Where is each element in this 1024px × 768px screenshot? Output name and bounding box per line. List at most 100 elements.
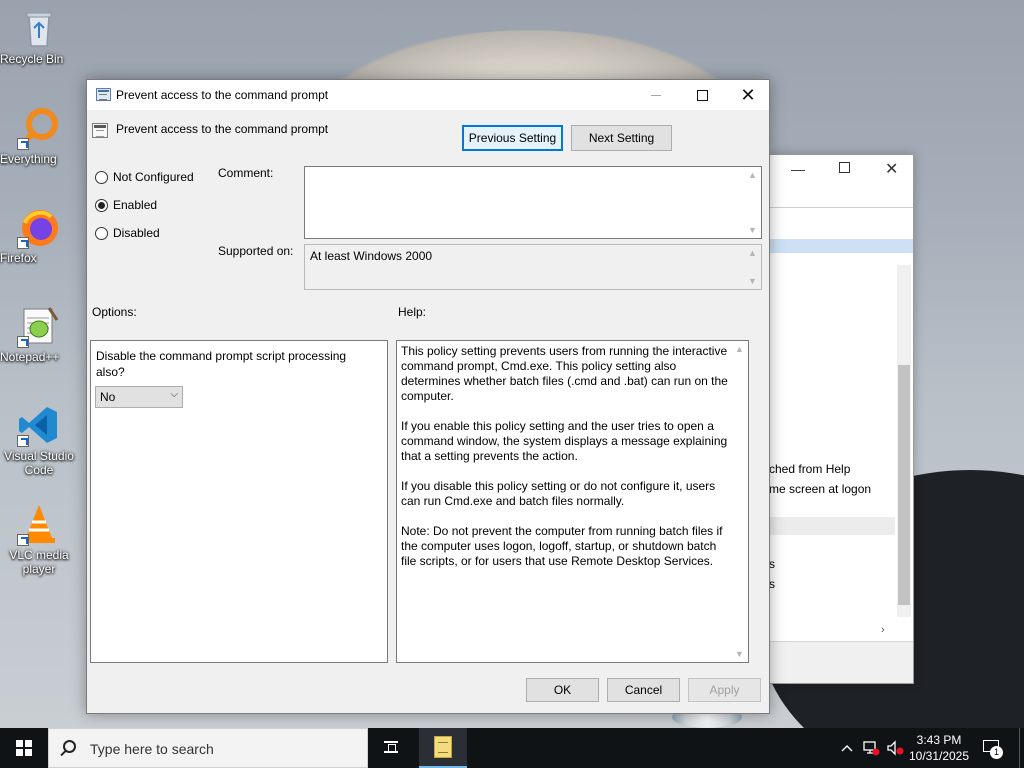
minimize-button[interactable] (633, 80, 679, 110)
radio-circle[interactable] (95, 226, 108, 240)
help-paragraph: If you disable this policy setting or do… (401, 479, 716, 508)
background-window-text: ched from Help (769, 462, 851, 476)
radio-circle[interactable] (95, 170, 108, 184)
supported-scrollbar[interactable]: ▲ ▼ (745, 245, 761, 289)
radio-label: Disabled (113, 226, 160, 240)
comment-scrollbar[interactable]: ▲ ▼ (745, 167, 761, 238)
option-description: Disable the command prompt script proces… (96, 349, 347, 379)
desktop-icon-vscode[interactable]: Visual Studio Code (0, 403, 78, 477)
system-clock[interactable]: 3:43 PM 10/31/2025 (902, 732, 976, 764)
previous-setting-button[interactable]: Previous Setting (462, 125, 563, 151)
shortcut-arrow-icon (17, 138, 29, 150)
close-button[interactable]: ✕ (725, 80, 771, 110)
scroll-up-icon[interactable]: ▲ (735, 344, 744, 354)
maximize-button[interactable] (679, 80, 725, 110)
scroll-right-icon[interactable]: › (881, 624, 885, 636)
tray-overflow-chevron-up-icon[interactable] (838, 728, 856, 768)
background-window-divider (769, 207, 913, 208)
close-icon[interactable]: ✕ (885, 159, 898, 179)
policy-icon (96, 88, 111, 101)
desktop-icon-vlc[interactable]: VLC media player (0, 502, 78, 576)
action-center-button[interactable]: 1 (981, 738, 1003, 759)
shortcut-arrow-icon (17, 336, 29, 348)
cancel-button[interactable]: Cancel (607, 678, 680, 702)
task-view-icon (384, 741, 398, 753)
setting-name: Prevent access to the command prompt (116, 122, 329, 136)
chevron-down-icon: ⌵ (170, 389, 178, 400)
minimize-icon[interactable]: — (791, 161, 805, 177)
background-window[interactable]: — ✕ ched from Help me screen at logon s … (768, 154, 914, 684)
taskbar: 3:43 PM 10/31/2025 1 (0, 728, 1024, 768)
recycle-bin-icon (17, 6, 61, 50)
background-window-text: me screen at logon (769, 482, 872, 496)
notification-badge: 1 (990, 746, 1003, 759)
options-panel: Disable the command prompt script proces… (90, 340, 388, 663)
firefox-icon (17, 205, 61, 249)
supported-on-textbox: At least Windows 2000 ▲ ▼ (304, 244, 762, 290)
vscode-icon (17, 403, 61, 447)
supported-on-value: At least Windows 2000 (310, 249, 433, 263)
help-text: This policy setting prevents users from … (401, 344, 733, 584)
help-paragraph: If you enable this policy setting and th… (401, 419, 728, 463)
search-icon (63, 740, 76, 753)
vlc-icon (17, 502, 61, 546)
shortcut-arrow-icon (17, 534, 29, 546)
help-paragraph: This policy setting prevents users from … (401, 344, 728, 403)
next-setting-button[interactable]: Next Setting (571, 125, 672, 151)
background-window-titlebar[interactable]: — ✕ (769, 155, 913, 185)
radio-enabled[interactable]: Enabled (95, 198, 157, 212)
scroll-down-icon[interactable]: ▼ (748, 276, 757, 286)
policy-setting-icon (92, 123, 108, 138)
everything-search-icon (17, 106, 61, 150)
desktop-icon-label: Notepad++ (0, 350, 60, 364)
help-paragraph: Note: Do not prevent the computer from r… (401, 524, 723, 568)
clock-time: 3:43 PM (916, 733, 962, 747)
comment-textbox[interactable]: ▲ ▼ (304, 166, 762, 239)
desktop-icon-label: Firefox (0, 251, 37, 265)
comment-label: Comment: (218, 166, 274, 180)
maximize-icon[interactable] (839, 162, 850, 173)
help-label: Help: (398, 305, 427, 319)
desktop-icon-recycle-bin[interactable]: Recycle Bin (0, 6, 78, 66)
options-label: Options: (92, 305, 137, 319)
radio-label: Not Configured (113, 170, 194, 184)
desktop-icon-firefox[interactable]: Firefox (0, 205, 78, 265)
taskbar-app-group-policy[interactable] (419, 728, 467, 768)
show-desktop-button[interactable] (1019, 728, 1024, 768)
shortcut-arrow-icon (17, 435, 29, 447)
shortcut-arrow-icon (17, 237, 29, 249)
radio-disabled[interactable]: Disabled (95, 226, 160, 240)
network-disconnected-icon[interactable] (860, 728, 882, 768)
supported-on-label: Supported on: (218, 244, 294, 258)
scroll-up-icon[interactable]: ▲ (748, 248, 757, 258)
radio-not-configured[interactable]: Not Configured (95, 170, 194, 184)
notepad-plus-plus-icon (17, 304, 61, 348)
dialog-titlebar[interactable]: Prevent access to the command prompt ✕ (87, 80, 769, 110)
desktop-icon-label: Visual Studio Code (4, 449, 74, 477)
windows-logo-icon (16, 740, 32, 756)
dropdown-value: No (100, 390, 116, 404)
search-input[interactable] (88, 739, 348, 759)
scroll-down-icon[interactable]: ▼ (735, 649, 744, 659)
background-window-scroll-thumb[interactable] (898, 365, 910, 605)
help-scrollbar[interactable]: ▲ ▼ (732, 341, 748, 662)
taskbar-search[interactable] (48, 728, 368, 768)
help-panel[interactable]: This policy setting prevents users from … (396, 340, 749, 663)
desktop-icon-everything[interactable]: Everything (0, 106, 78, 166)
ok-button[interactable]: OK (526, 678, 599, 702)
desktop-icon-label: Recycle Bin (0, 52, 64, 66)
start-button[interactable] (0, 728, 48, 768)
desktop-icon-notepad-plus-plus[interactable]: Notepad++ (0, 304, 78, 364)
scroll-up-icon[interactable]: ▲ (748, 170, 757, 180)
script-processing-dropdown[interactable]: No ⌵ (95, 386, 183, 408)
desktop-icon-label: VLC media player (9, 548, 69, 576)
clock-date: 10/31/2025 (908, 749, 970, 763)
apply-button[interactable]: Apply (688, 678, 761, 702)
radio-circle[interactable] (95, 198, 108, 212)
task-view-button[interactable] (368, 728, 416, 768)
radio-label: Enabled (113, 198, 158, 212)
scroll-down-icon[interactable]: ▼ (748, 225, 757, 235)
background-window-selection (769, 239, 913, 253)
policy-setting-dialog[interactable]: Prevent access to the command prompt ✕ P… (86, 79, 770, 714)
group-policy-app-icon (434, 736, 452, 758)
